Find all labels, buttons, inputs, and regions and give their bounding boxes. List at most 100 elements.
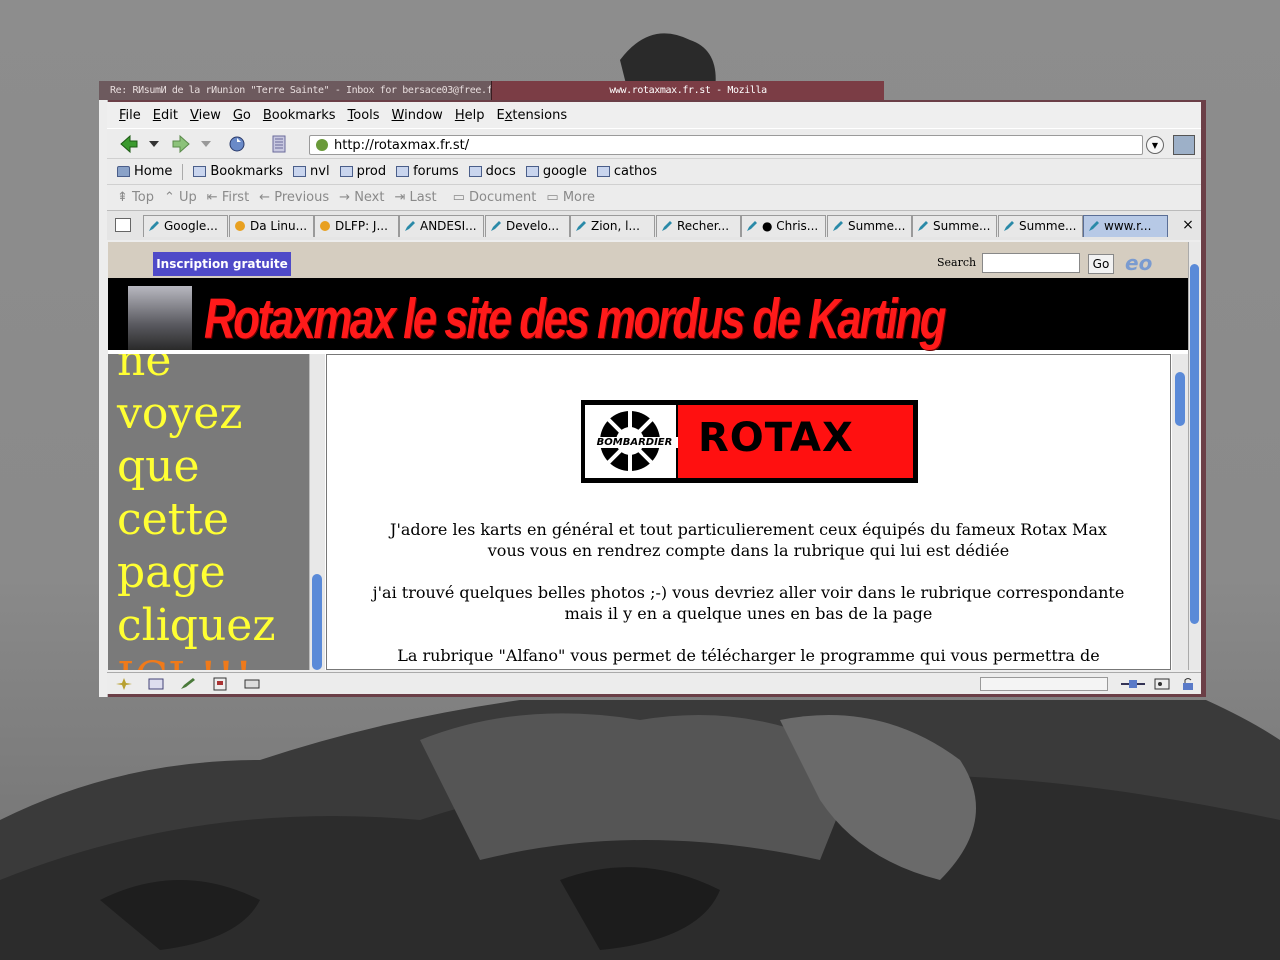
left-frame-scroll-thumb[interactable] [312,574,322,670]
sitenav-top[interactable]: ⇞ Top [117,190,154,205]
menu-help[interactable]: Help [455,108,485,123]
inactive-window-title[interactable]: Re: RИsumИ de la rИunion "Terre Sainte" … [99,81,491,100]
kart-driver-photo [128,286,192,350]
tab-recher[interactable]: Recher... [656,215,741,237]
page-scrollbar[interactable] [1188,242,1200,670]
rotax-wordmark: ROTAX [698,415,854,461]
sitenav-last[interactable]: ⇥ Last [394,190,436,205]
sitenav-first[interactable]: ⇤ First [207,190,249,205]
left-word: cette [117,494,230,545]
tab-chris[interactable]: ● Chris... [741,215,826,237]
bookmark-folder-google[interactable]: google [525,164,587,179]
menu-file[interactable]: File [119,108,141,123]
page-scroll-thumb[interactable] [1190,264,1199,624]
sitenav-up[interactable]: ⌃ Up [164,190,197,205]
pen-icon [149,221,159,231]
status-bar [107,672,1201,694]
popup-blocker-icon[interactable] [1153,677,1171,691]
bookmark-folder-cathos[interactable]: cathos [596,164,657,179]
folder-icon [468,166,482,177]
bookmark-folder-forums[interactable]: forums [396,164,459,179]
security-lock-icon[interactable] [1179,677,1197,691]
tab-andesi[interactable]: ANDESI... [399,215,484,237]
sitenav-next[interactable]: → Next [339,190,384,205]
tab-dlfp[interactable]: DLFP: J... [314,215,399,237]
site-banner: Rotaxmax le site des mordus de Karting [108,278,1188,351]
sitenav-document[interactable]: ▭ Document [453,190,537,205]
menu-view[interactable]: View [190,108,221,123]
menu-edit[interactable]: Edit [153,108,178,123]
left-word: que [117,441,200,492]
left-word: voyez [117,388,243,439]
inscription-button[interactable]: Inscription gratuite [153,252,291,276]
bookmark-folder-nvl[interactable]: nvl [293,164,330,179]
composer-icon[interactable] [179,677,197,691]
mail-icon[interactable] [147,677,165,691]
url-input[interactable]: http://rotaxmax.fr.st/ [309,135,1143,155]
intro-line-2: vous vous en rendrez compte dans la rubr… [487,541,1010,560]
tab-bar: Google... Da Linu... DLFP: J... ANDESI..… [107,210,1201,240]
pen-icon [833,221,843,231]
tab-summe-1[interactable]: Summe... [827,215,912,237]
stop-icon[interactable] [267,133,291,155]
menu-go[interactable]: Go [233,108,251,123]
pen-icon [491,221,501,231]
menu-tools[interactable]: Tools [348,108,380,123]
tab-rotaxmax-active[interactable]: www.r... [1083,215,1168,237]
url-history-dropdown-icon[interactable]: ▼ [1146,136,1164,154]
menu-bookmarks[interactable]: Bookmarks [263,108,336,123]
main-frame-scrollbar[interactable] [1172,354,1188,670]
irc-chat-icon[interactable] [243,677,261,691]
intro-line-1: J'adore les karts en général et tout par… [390,520,1107,539]
go-button[interactable]: Go [1088,254,1114,274]
eo-logo[interactable]: eo [1125,251,1173,275]
toolbar-separator [182,163,184,180]
tab-summe-3[interactable]: Summe... [998,215,1083,237]
ici-link[interactable]: ICI !!! [117,652,276,670]
menu-window[interactable]: Window [392,108,443,123]
bookmark-folder-prod[interactable]: prod [339,164,386,179]
bombardier-label: BOMBARDIER [589,437,680,448]
new-tab-icon[interactable] [115,218,131,232]
throbber-icon[interactable] [1173,135,1195,155]
back-history-dropdown-icon[interactable] [147,133,161,155]
search-input[interactable] [982,253,1080,273]
site-favicon-icon [316,139,328,151]
sitenav-previous[interactable]: ← Previous [259,190,329,205]
bookmark-folder-docs[interactable]: docs [468,164,516,179]
active-window-title[interactable]: www.rotaxmax.fr.st - Mozilla [491,81,884,100]
main-frame-scroll-thumb[interactable] [1175,372,1185,426]
online-connection-icon[interactable] [1119,677,1147,691]
bookmark-bookmarks[interactable]: Bookmarks [193,164,283,179]
pen-icon [405,221,415,231]
forward-history-dropdown-icon[interactable] [199,133,213,155]
alfano-line-1: La rubrique "Alfano" vous permet de télé… [397,646,1100,665]
bookmark-home[interactable]: Home [117,164,172,179]
addressbook-icon[interactable] [211,677,229,691]
home-icon [117,166,130,177]
close-tab-icon[interactable]: × [1180,217,1196,235]
menu-extensions[interactable]: Extensions [496,108,567,123]
page-content: Inscription gratuite Search Go eo Rotaxm… [108,242,1200,670]
back-icon[interactable] [117,133,141,155]
photos-line-1: j'ai trouvé quelques belles photos ;-) v… [372,583,1125,602]
tab-da-linux[interactable]: Da Linu... [229,215,314,237]
tab-google[interactable]: Google... [143,215,228,237]
pen-icon [662,221,672,231]
tab-zion[interactable]: Zion, l... [570,215,655,237]
sitenav-more[interactable]: ▭ More [546,190,595,205]
browser-window: File Edit View Go Bookmarks Tools Window… [99,100,1206,697]
left-word: ne [117,354,172,386]
folder-icon [525,166,539,177]
browser-chrome: File Edit View Go Bookmarks Tools Window… [107,102,1201,694]
tab-develo[interactable]: Develo... [485,215,570,237]
reload-icon[interactable] [225,133,249,155]
tab-summe-2[interactable]: Summe... [912,215,997,237]
menu-bar: File Edit View Go Bookmarks Tools Window… [107,102,1201,128]
personal-toolbar: Home Bookmarks nvl prod forums docs goog… [107,158,1201,184]
forward-icon[interactable] [169,133,193,155]
navigator-icon[interactable] [115,677,133,691]
left-word: cliquez [117,600,276,651]
folder-icon [339,166,353,177]
left-frame-scrollbar[interactable] [309,354,325,670]
